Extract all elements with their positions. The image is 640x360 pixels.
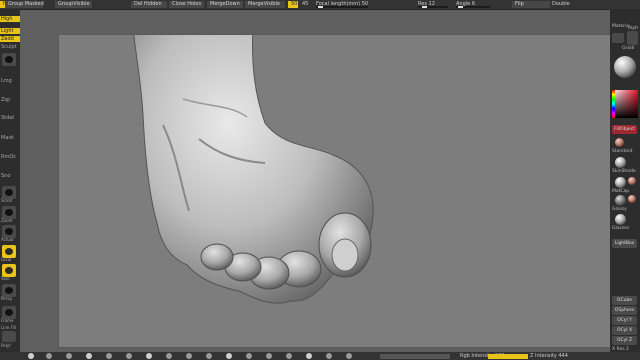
- brush-curve-icon[interactable]: [286, 353, 292, 359]
- brush-claytubes-icon[interactable]: [346, 353, 352, 359]
- top-toolbar: High Group Masked GroupVisible Del Hidde…: [0, 0, 640, 9]
- skinshade-material-icon[interactable]: [615, 157, 626, 168]
- z-intensity-label: Z Intensity 444: [530, 353, 568, 359]
- matcap-alt-icon[interactable]: [628, 177, 636, 185]
- rgb-intensity-slider[interactable]: [380, 354, 450, 359]
- solo-icon: [5, 267, 13, 274]
- material-sphere-icon[interactable]: [614, 56, 636, 78]
- alpha-slot[interactable]: [627, 31, 638, 45]
- zsp-label[interactable]: Zsp: [0, 97, 20, 103]
- persp-value-b: 45: [302, 1, 309, 7]
- glossy-label: Glossy: [612, 207, 627, 212]
- rmoc-label[interactable]: RmOc: [0, 154, 20, 160]
- z-intensity-slider[interactable]: [488, 354, 528, 359]
- brush-smooth-icon[interactable]: [146, 353, 152, 359]
- flip-button[interactable]: Flip: [512, 1, 550, 8]
- res-knob[interactable]: [422, 6, 427, 8]
- double-button[interactable]: Double: [552, 1, 570, 8]
- brush-inflate-icon[interactable]: [106, 353, 112, 359]
- brush-pinch-icon[interactable]: [126, 353, 132, 359]
- brush-move-icon[interactable]: [46, 353, 52, 359]
- sno-label[interactable]: Sno: [0, 173, 20, 179]
- persp-label: Persp: [1, 296, 12, 301]
- focal-length-slider[interactable]: [316, 6, 368, 8]
- scroll-icon: [5, 189, 13, 196]
- brush-mask-icon[interactable]: [226, 353, 232, 359]
- stdat-label[interactable]: Stdat: [0, 115, 20, 121]
- focal-length-knob[interactable]: [318, 6, 323, 8]
- fill-object-button[interactable]: FillObject: [612, 125, 637, 134]
- standard-material-icon[interactable]: [615, 138, 624, 147]
- frame-icon: [5, 309, 13, 316]
- bottom-toolbar: Rgb Intensity 100 Z Intensity 444: [0, 352, 640, 360]
- scroll-label: Scroll: [1, 198, 12, 203]
- brush-slice-icon[interactable]: [306, 353, 312, 359]
- group-visible-button[interactable]: GroupVisible: [55, 1, 92, 8]
- brush-hpolish-icon[interactable]: [326, 353, 332, 359]
- skinshade-label: SkinShade: [612, 169, 636, 174]
- actual-label: Actual: [1, 237, 14, 242]
- local-label: Local: [1, 257, 12, 262]
- basicmat-alt-icon[interactable]: [628, 195, 636, 203]
- left-tag-zadd[interactable]: Zadd: [0, 36, 20, 42]
- glassec-label: Glassec: [612, 226, 630, 231]
- brush-flatten-icon[interactable]: [166, 353, 172, 359]
- angle-knob[interactable]: [458, 6, 463, 8]
- persp-icon: [5, 287, 13, 294]
- sculpted-foot-model[interactable]: [59, 35, 614, 348]
- ocube-button[interactable]: OCube: [612, 296, 637, 305]
- basicmat-material-icon[interactable]: [615, 195, 626, 206]
- actual-icon: [5, 228, 13, 235]
- angle-slider[interactable]: [456, 6, 490, 8]
- gradient-label: Gradi: [622, 46, 635, 51]
- zoom-label: Zoom: [1, 218, 13, 223]
- close-holes-button[interactable]: Close Holes: [169, 1, 204, 8]
- solo-label: Solo: [1, 276, 10, 281]
- res-slider[interactable]: [418, 6, 448, 8]
- brush-snake-icon[interactable]: [206, 353, 212, 359]
- materia-label: Materia: [612, 24, 630, 29]
- left-tag-light[interactable]: Light: [0, 28, 20, 34]
- del-hidden-button[interactable]: Del Hidden: [131, 1, 167, 8]
- standard-label: Standard: [612, 149, 633, 154]
- lightbox-button[interactable]: LightBox: [612, 239, 637, 248]
- viewport-frame: [20, 10, 614, 352]
- left-shelf: High Light Zadd Sculpt Lmg Zsp Stdat Mas…: [0, 9, 20, 360]
- zoom-icon: [5, 209, 13, 216]
- sculpt-brush-button[interactable]: [2, 53, 16, 66]
- ocyl-x-button[interactable]: OCyl X: [612, 326, 637, 335]
- osphere-button[interactable]: OSphere: [612, 306, 637, 315]
- sculpt-brush-icon: [5, 56, 13, 63]
- texture-slot[interactable]: [612, 33, 624, 43]
- color-picker-icon[interactable]: [612, 90, 638, 118]
- polyf-label: Polyf: [1, 343, 11, 348]
- brush-dam-icon[interactable]: [86, 353, 92, 359]
- frame-label: Frame: [1, 318, 14, 323]
- brush-trim-icon[interactable]: [186, 353, 192, 359]
- brush-select-icon[interactable]: [246, 353, 252, 359]
- brush-clay-icon[interactable]: [66, 353, 72, 359]
- ocyl-y-button[interactable]: OCyl Y: [612, 316, 637, 325]
- chrome-material-icon[interactable]: [615, 214, 626, 225]
- local-icon: [5, 248, 13, 255]
- hue-strip[interactable]: [612, 90, 615, 118]
- sculpt-label: Sculpt: [1, 44, 17, 50]
- matcap-material-icon[interactable]: [615, 177, 626, 188]
- merge-visible-button[interactable]: MergeVisible: [245, 1, 285, 8]
- persp-value-badge[interactable]: 50: [288, 1, 298, 8]
- brush-standard-icon[interactable]: [28, 353, 34, 359]
- document-canvas[interactable]: [58, 34, 614, 348]
- mask-label[interactable]: Mask: [0, 135, 20, 141]
- polyf-button[interactable]: [2, 331, 16, 342]
- lmg-label[interactable]: Lmg: [0, 78, 20, 84]
- group-masked-button[interactable]: Group Masked: [5, 1, 44, 8]
- matcap-label: MatCap: [612, 189, 630, 194]
- left-tag-high[interactable]: High: [0, 16, 20, 22]
- merge-down-button[interactable]: MergeDown: [207, 1, 243, 8]
- right-shelf: Materia Alph Gradi FillObject Standard S…: [610, 9, 640, 360]
- ocyl-z-button[interactable]: OCyl Z: [612, 336, 637, 345]
- brush-clip-icon[interactable]: [266, 353, 272, 359]
